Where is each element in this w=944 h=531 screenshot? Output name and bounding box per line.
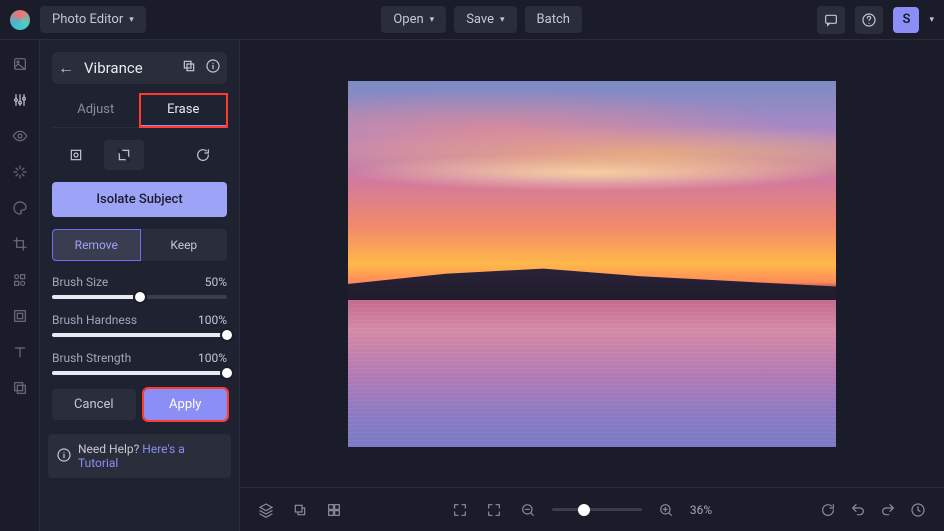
info-icon [56,447,72,466]
chevron-down-icon: ▾ [129,15,134,25]
back-arrow-icon[interactable]: ← [58,58,74,78]
brush-hardness-value: 100% [198,313,227,327]
crop-icon[interactable] [10,234,30,254]
frame-icon[interactable] [10,306,30,326]
isolate-subject-button[interactable]: Isolate Subject [52,182,227,217]
copy-icon[interactable] [181,58,197,78]
transform-icon[interactable] [290,500,310,520]
palette-icon[interactable] [10,198,30,218]
avatar-initial: S [903,12,911,27]
tab-erase[interactable]: Erase [140,94,228,127]
text-icon[interactable] [10,342,30,362]
brush-strength-slider[interactable] [52,371,227,375]
isolate-label: Isolate Subject [96,192,182,207]
tab-adjust[interactable]: Adjust [52,94,140,127]
mask-square-icon[interactable] [56,140,96,170]
app-logo [10,10,30,30]
redo-icon[interactable] [878,500,898,520]
keep-label: Keep [170,238,197,252]
eye-icon[interactable] [10,126,30,146]
remove-label: Remove [75,238,118,252]
batch-button[interactable]: Batch [525,6,582,33]
chevron-down-icon[interactable]: ▾ [929,15,934,25]
save-button[interactable]: Save ▾ [454,6,516,33]
layers-icon[interactable] [10,378,30,398]
undo-icon[interactable] [848,500,868,520]
batch-label: Batch [537,12,570,27]
brush-hardness-label: Brush Hardness [52,313,137,327]
chevron-down-icon: ▾ [430,15,435,25]
shapes-icon[interactable] [10,270,30,290]
tool-rail [0,40,40,531]
tab-adjust-label: Adjust [77,102,114,117]
app-mode-dropdown[interactable]: Photo Editor ▾ [40,6,146,33]
brush-size-value: 50% [205,275,227,289]
tool-panel: ← Vibrance Adjust Erase Isolate Subject [40,40,240,531]
open-button[interactable]: Open ▾ [381,6,446,33]
save-label: Save [466,12,494,27]
remove-toggle[interactable]: Remove [52,229,141,261]
cancel-label: Cancel [74,397,114,412]
keep-toggle[interactable]: Keep [141,229,228,261]
sparkle-icon[interactable] [10,162,30,182]
info-icon[interactable] [205,58,221,78]
brush-strength-label: Brush Strength [52,351,131,365]
zoom-value: 36% [690,503,712,517]
mask-gradient-icon[interactable] [104,140,144,170]
apply-button[interactable]: Apply [144,389,228,420]
compare-icon[interactable] [818,500,838,520]
chevron-down-icon: ▾ [500,15,505,25]
chat-icon[interactable] [817,6,845,34]
tab-erase-label: Erase [167,102,199,117]
canvas[interactable] [240,40,944,487]
help-icon[interactable] [855,6,883,34]
zoom-slider[interactable] [552,508,642,511]
history-icon[interactable] [908,500,928,520]
image-icon[interactable] [10,54,30,74]
app-mode-label: Photo Editor [52,12,123,27]
help-banner: Need Help? Here's a Tutorial [48,434,231,478]
photo-preview [348,81,836,447]
zoom-in-icon[interactable] [656,500,676,520]
fullscreen-icon[interactable] [450,500,470,520]
fit-icon[interactable] [484,500,504,520]
apply-label: Apply [169,397,201,412]
brush-size-slider[interactable] [52,295,227,299]
avatar[interactable]: S [893,7,919,33]
brush-strength-value: 100% [198,351,227,365]
zoom-out-icon[interactable] [518,500,538,520]
adjust-icon[interactable] [10,90,30,110]
grid-icon[interactable] [324,500,344,520]
brush-size-label: Brush Size [52,275,108,289]
layers-icon[interactable] [256,500,276,520]
cancel-button[interactable]: Cancel [52,389,136,420]
open-label: Open [393,12,423,27]
reset-icon[interactable] [183,140,223,170]
brush-hardness-slider[interactable] [52,333,227,337]
panel-title: Vibrance [84,59,171,77]
help-text: Need Help? [78,442,142,456]
